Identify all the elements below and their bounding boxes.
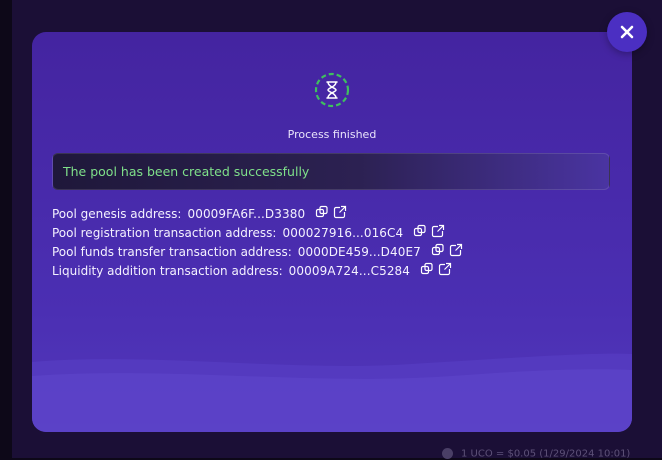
copy-icon[interactable] xyxy=(420,262,434,276)
info-icon xyxy=(442,448,453,459)
address-row-registration: Pool registration transaction address: 0… xyxy=(52,223,612,242)
copy-icon[interactable] xyxy=(413,224,427,238)
close-icon xyxy=(620,25,634,39)
copy-icon[interactable] xyxy=(431,243,445,257)
close-button[interactable] xyxy=(607,12,647,52)
external-link-icon[interactable] xyxy=(431,224,445,238)
address-row-liquidity: Liquidity addition transaction address: … xyxy=(52,261,612,280)
address-label: Pool genesis address: xyxy=(52,206,182,221)
address-row-genesis: Pool genesis address: 00009FA6F...D3380 xyxy=(52,204,612,223)
address-row-funds-transfer: Pool funds transfer transaction address:… xyxy=(52,242,612,261)
success-banner: The pool has been created successfully xyxy=(52,153,610,190)
address-value: 0000DE459...D40E7 xyxy=(297,244,421,259)
address-label: Pool registration transaction address: xyxy=(52,225,277,240)
address-label: Liquidity addition transaction address: xyxy=(52,263,283,278)
wave-decoration xyxy=(32,353,632,432)
status-title: Process finished xyxy=(287,128,377,141)
address-value: 000027916...016C4 xyxy=(282,225,404,240)
external-link-icon[interactable] xyxy=(333,205,347,219)
hourglass-icon xyxy=(314,72,350,108)
address-value: 00009FA6F...D3380 xyxy=(187,206,306,221)
success-message: The pool has been created successfully xyxy=(63,164,310,179)
address-list: Pool genesis address: 00009FA6F...D3380 … xyxy=(52,204,612,280)
external-link-icon[interactable] xyxy=(449,243,463,257)
address-value: 00009A724...C5284 xyxy=(288,263,411,278)
pool-created-modal: Process finished The pool has been creat… xyxy=(32,32,632,432)
external-link-icon[interactable] xyxy=(438,262,452,276)
copy-icon[interactable] xyxy=(315,205,329,219)
address-label: Pool funds transfer transaction address: xyxy=(52,244,292,259)
